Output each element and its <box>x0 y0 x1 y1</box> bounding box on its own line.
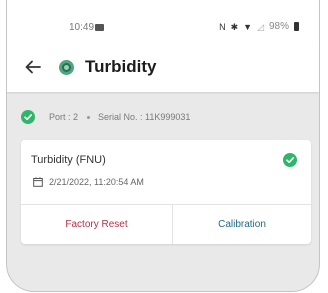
app-bar: Turbidity <box>7 42 319 92</box>
serial-number: Serial No. : 11K999031 <box>98 112 191 122</box>
battery-percent: 98% <box>268 21 289 32</box>
wifi-icon: ▼ <box>243 21 253 32</box>
page-title: Turbidity <box>85 57 157 76</box>
status-bar: 10:49 N ✱ ▼ ◿ 98% <box>7 0 319 42</box>
calibration-button[interactable]: Calibration <box>173 205 311 244</box>
check-circle-icon <box>21 110 35 124</box>
status-time: 10:49 <box>69 22 95 33</box>
sensor-card: Turbidity (FNU) 2/21/2022, 11:20:54 AM F… <box>21 140 311 244</box>
port-label: Port : 2 <box>49 112 79 122</box>
check-circle-icon <box>283 153 297 167</box>
status-icons: N ✱ ▼ ◿ 98% <box>219 21 299 32</box>
arrow-left-icon[interactable] <box>23 57 43 77</box>
factory-reset-button[interactable]: Factory Reset <box>21 205 172 244</box>
battery-icon <box>294 22 299 31</box>
signal-icon: ◿ <box>257 21 264 32</box>
separator-dot <box>87 115 91 119</box>
parameter-title: Turbidity (FNU) <box>31 154 106 166</box>
calendar-icon <box>33 177 43 187</box>
port-info-row: Port : 2 Serial No. : 11K999031 <box>21 108 190 126</box>
calibration-timestamp: 2/21/2022, 11:20:54 AM <box>49 177 144 187</box>
image-icon <box>95 24 104 31</box>
vibrate-icon: ✱ <box>230 21 239 32</box>
nfc-icon: N <box>219 21 226 32</box>
phone-frame: 10:49 N ✱ ▼ ◿ 98% Turbidity Port : 2 Ser… <box>6 0 320 292</box>
sensor-icon <box>59 60 74 75</box>
